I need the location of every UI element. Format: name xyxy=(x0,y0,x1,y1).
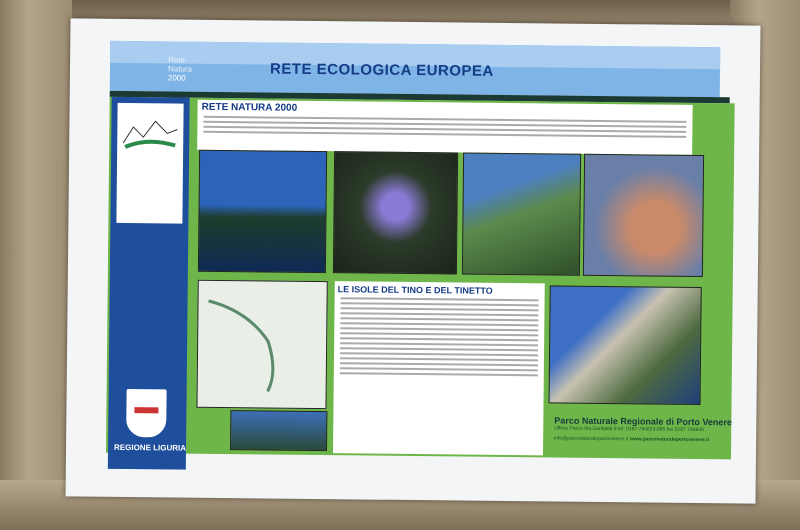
section-tino-tinetto: LE ISOLE DEL TINO E DEL TINETTO xyxy=(332,281,545,456)
label-line: Rete xyxy=(168,55,186,65)
photo-coast-cliffs xyxy=(548,285,702,406)
park-email: info@parconaturaleportovenere.it xyxy=(554,435,629,443)
mountain-logo-icon xyxy=(122,120,178,149)
label-line: 2000 xyxy=(167,73,186,83)
map-coastline-icon xyxy=(208,299,275,393)
photo-flower xyxy=(332,151,459,275)
section-title: RETE NATURA 2000 xyxy=(201,101,298,114)
section-rete-natura: RETE NATURA 2000 xyxy=(197,99,693,155)
section-title: LE ISOLE DEL TINO E DEL TINETTO xyxy=(337,284,493,296)
rete-natura-label: Rete Natura 2000 xyxy=(168,55,192,82)
board-title: RETE ECOLOGICA EUROPEA xyxy=(269,60,494,80)
park-footer: Parco Naturale Regionale di Porto Venere… xyxy=(554,415,734,443)
photo-cliff xyxy=(461,152,582,276)
wood-post-left xyxy=(0,0,72,530)
label-line: Natura xyxy=(167,64,193,74)
photo-gecko xyxy=(582,153,705,278)
region-label: REGIONE LIGURIA xyxy=(113,442,187,453)
park-logo xyxy=(116,102,184,224)
information-board: Rete Natura 2000 RETE ECOLOGICA EUROPEA RE… xyxy=(65,18,761,504)
photo-islands xyxy=(197,149,328,274)
photo-harbor xyxy=(230,410,328,452)
region-shield-icon xyxy=(124,386,169,440)
map xyxy=(196,279,328,410)
park-website: www.parconaturaleportovenere.it xyxy=(629,436,710,444)
